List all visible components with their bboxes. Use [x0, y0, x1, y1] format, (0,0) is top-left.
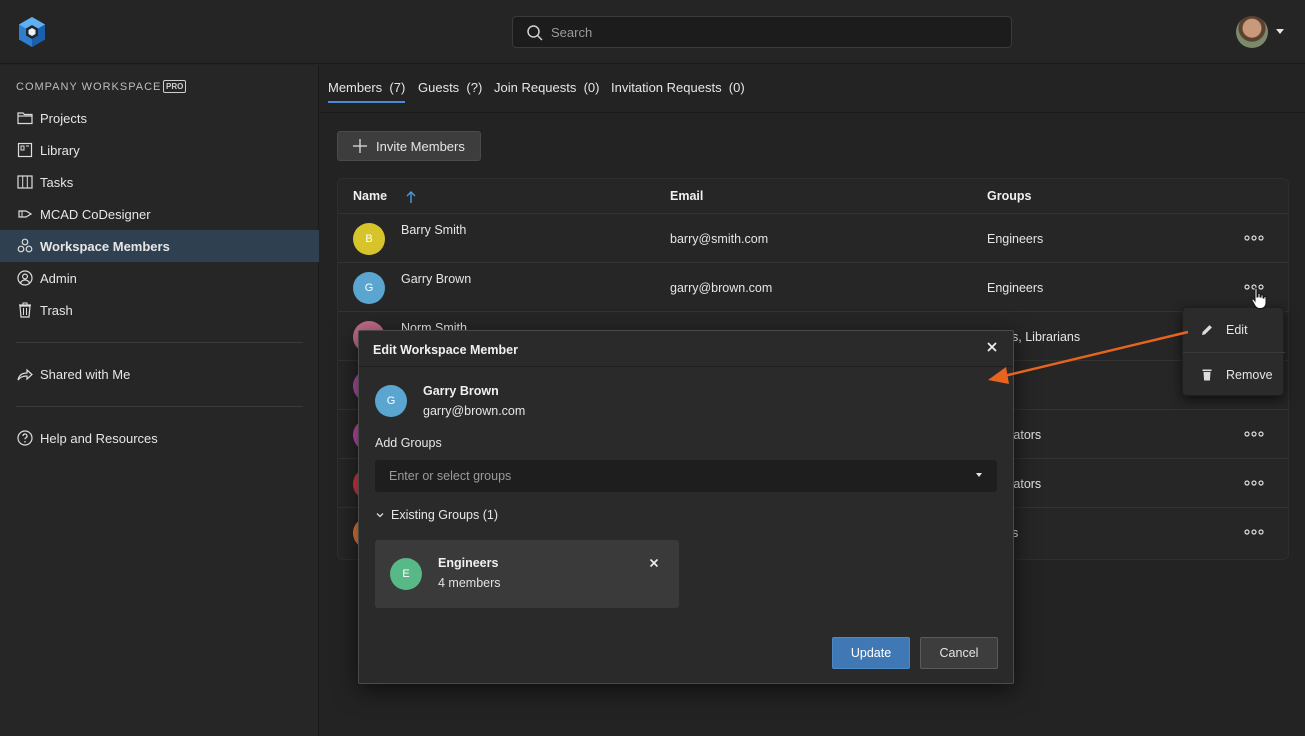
- invite-members-button[interactable]: Invite Members: [337, 131, 481, 161]
- column-header-groups: Groups: [987, 189, 1032, 203]
- tab-invitation-requests[interactable]: Invitation Requests (0): [611, 80, 745, 95]
- trash-icon: [1202, 369, 1212, 381]
- pencil-icon: [1202, 325, 1212, 335]
- add-groups-select[interactable]: [375, 460, 997, 492]
- sidebar-item-mcad-codesigner[interactable]: MCAD CoDesigner: [0, 198, 319, 230]
- cancel-button[interactable]: Cancel: [920, 637, 998, 669]
- workspace-title: COMPANY WORKSPACE: [16, 81, 162, 93]
- member-name: Barry Smith: [401, 223, 467, 237]
- edit-member-dialog: Edit Workspace Member G Garry Brown garr…: [358, 330, 1014, 684]
- trash-icon: [19, 302, 31, 318]
- tab-join-requests[interactable]: Join Requests (0): [494, 80, 600, 95]
- sidebar-item-workspace-members[interactable]: Workspace Members: [0, 230, 319, 262]
- search-bar[interactable]: [512, 16, 1012, 48]
- existing-groups-label: Existing Groups (1): [391, 508, 498, 522]
- tab-guests[interactable]: Guests (?): [418, 80, 482, 95]
- sort-ascending-icon[interactable]: [405, 190, 417, 204]
- sidebar: COMPANY WORKSPACE PRO Projects Library T…: [0, 65, 319, 736]
- member-groups: Engineers: [987, 232, 1044, 246]
- sidebar-item-trash[interactable]: Trash: [0, 294, 319, 326]
- table-row[interactable]: B Barry Smith barry@smith.com Engineers: [338, 213, 1288, 262]
- sidebar-item-projects[interactable]: Projects: [0, 102, 319, 134]
- member-groups: Engineers: [987, 281, 1044, 295]
- group-name: Engineers: [438, 556, 499, 570]
- column-header-name[interactable]: Name: [353, 189, 387, 203]
- member-email: barry@smith.com: [670, 232, 769, 246]
- more-options-icon[interactable]: [1243, 525, 1265, 539]
- members-icon: [17, 238, 33, 253]
- menu-item-remove[interactable]: Remove: [1183, 353, 1285, 397]
- sidebar-item-shared-with-me[interactable]: Shared with Me: [0, 358, 319, 390]
- pro-badge: PRO: [163, 80, 187, 93]
- sidebar-item-label: Projects: [40, 110, 87, 126]
- more-options-icon[interactable]: [1243, 476, 1265, 490]
- group-card: E Engineers 4 members: [375, 540, 679, 608]
- sidebar-item-label: MCAD CoDesigner: [40, 206, 151, 222]
- avatar: B: [353, 223, 385, 255]
- dialog-title: Edit Workspace Member: [373, 343, 518, 357]
- group-member-count: 4 members: [438, 576, 501, 590]
- remove-group-icon[interactable]: [649, 558, 659, 568]
- library-icon: [17, 142, 33, 158]
- update-button[interactable]: Update: [832, 637, 910, 669]
- menu-item-edit[interactable]: Edit: [1183, 308, 1285, 352]
- sidebar-item-label: Workspace Members: [40, 238, 170, 254]
- hand-cursor-icon: [1251, 287, 1267, 309]
- user-avatar[interactable]: [1236, 16, 1268, 48]
- row-context-menu: Edit Remove: [1182, 307, 1285, 397]
- more-options-icon[interactable]: [1243, 427, 1265, 441]
- avatar: G: [353, 272, 385, 304]
- sidebar-item-label: Shared with Me: [40, 366, 131, 382]
- sidebar-item-library[interactable]: Library: [0, 134, 319, 166]
- share-arrow-icon: [17, 368, 33, 381]
- avatar: G: [375, 385, 407, 417]
- member-name: Garry Brown: [423, 384, 499, 398]
- column-header-email: Email: [670, 189, 704, 203]
- close-icon[interactable]: [986, 341, 998, 353]
- sidebar-item-admin[interactable]: Admin: [0, 262, 319, 294]
- search-icon: [527, 25, 543, 41]
- member-tabs: Members (7) Guests (?) Join Requests (0)…: [320, 65, 1305, 113]
- member-name: Garry Brown: [401, 272, 472, 286]
- dialog-header: Edit Workspace Member: [359, 331, 1013, 367]
- member-email: garry@brown.com: [423, 404, 526, 418]
- plus-icon: [353, 139, 367, 153]
- tasks-board-icon: [17, 175, 33, 189]
- search-input[interactable]: [551, 17, 991, 47]
- help-circle-icon: [17, 430, 33, 446]
- invite-members-label: Invite Members: [376, 138, 465, 154]
- more-options-icon[interactable]: [1243, 231, 1265, 245]
- sidebar-item-tasks[interactable]: Tasks: [0, 166, 319, 198]
- member-email: garry@brown.com: [670, 281, 773, 295]
- mcad-icon: [18, 210, 33, 218]
- sidebar-divider: [16, 342, 303, 343]
- chevron-down-icon: [376, 513, 384, 518]
- dropdown-caret-icon[interactable]: [976, 473, 982, 477]
- user-menu-caret-icon[interactable]: [1276, 29, 1284, 34]
- table-row[interactable]: G Garry Brown garry@brown.com Engineers: [338, 262, 1288, 311]
- add-groups-input[interactable]: [389, 460, 949, 492]
- add-groups-label: Add Groups: [375, 436, 442, 450]
- sidebar-item-label: Library: [40, 142, 80, 158]
- sidebar-item-label: Help and Resources: [40, 430, 158, 446]
- sidebar-item-label: Admin: [40, 270, 77, 286]
- tab-members[interactable]: Members (7): [328, 80, 406, 103]
- menu-item-label: Edit: [1226, 323, 1248, 337]
- altium-365-logo-icon[interactable]: [16, 16, 48, 48]
- sidebar-item-label: Tasks: [40, 174, 74, 190]
- top-bar: [0, 0, 1305, 64]
- sidebar-item-label: Trash: [40, 302, 73, 318]
- admin-user-icon: [17, 270, 33, 286]
- sidebar-divider: [16, 406, 303, 407]
- menu-item-label: Remove: [1226, 368, 1273, 382]
- folder-icon: [17, 112, 33, 125]
- existing-groups-toggle[interactable]: Existing Groups (1): [375, 508, 498, 522]
- sidebar-item-help[interactable]: Help and Resources: [0, 422, 319, 454]
- group-avatar: E: [390, 558, 422, 590]
